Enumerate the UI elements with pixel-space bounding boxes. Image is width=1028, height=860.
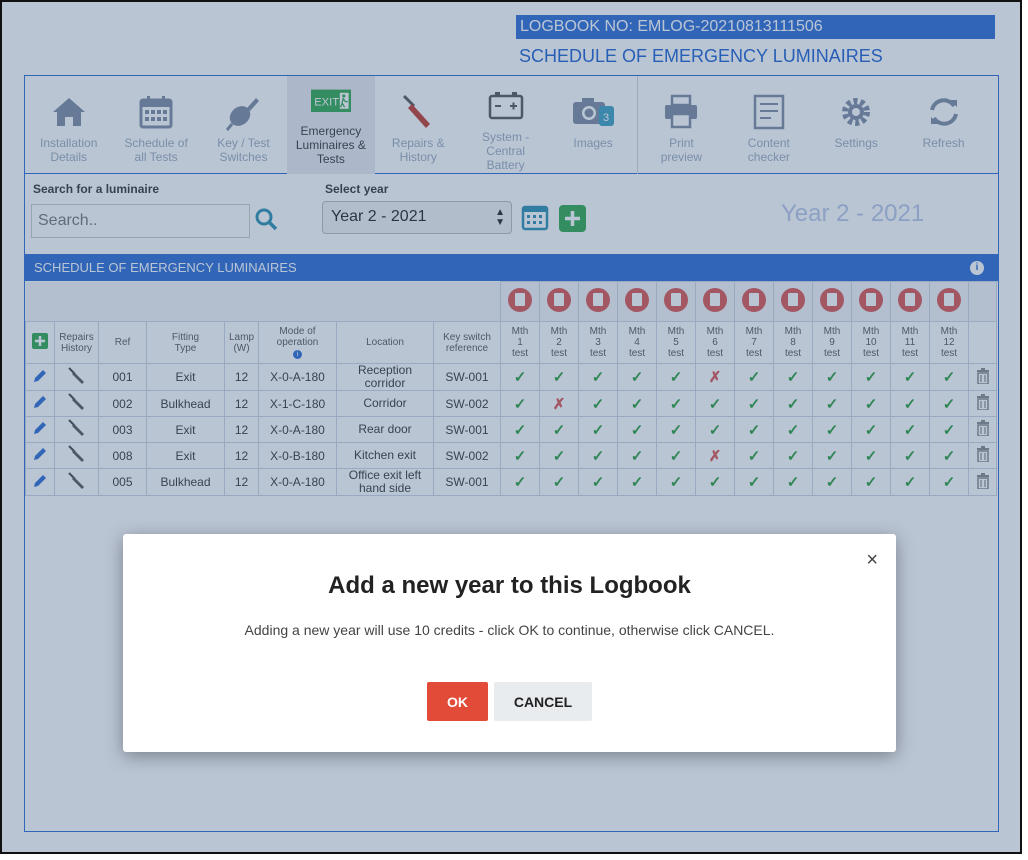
ok-button[interactable]: OK [427,682,488,721]
cancel-button[interactable]: CANCEL [494,682,592,721]
add-year-dialog: × Add a new year to this Logbook Adding … [123,534,896,752]
dialog-message: Adding a new year will use 10 credits - … [244,622,775,638]
dialog-title: Add a new year to this Logbook [328,572,691,599]
close-icon[interactable]: × [866,549,878,572]
